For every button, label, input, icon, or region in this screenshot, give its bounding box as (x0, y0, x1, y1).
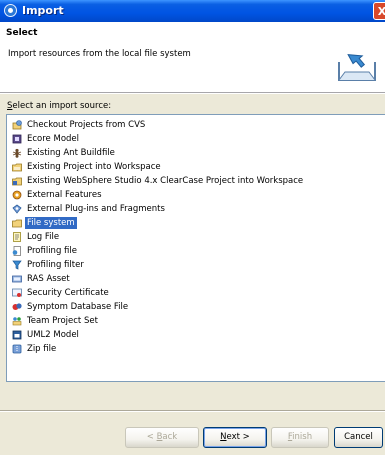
list-item[interactable]: Profiling file (12, 244, 305, 258)
uml-icon (12, 330, 22, 340)
features-icon (12, 190, 22, 200)
profiling-file-icon (12, 246, 22, 256)
window-title: Import (22, 4, 64, 17)
list-item-label: Profiling file (27, 246, 77, 256)
list-item[interactable]: Security Certificate (12, 286, 305, 300)
list-item[interactable]: Ecore Model (12, 132, 305, 146)
list-item-label: RAS Asset (27, 274, 70, 284)
title-bar[interactable]: Import X (0, 0, 385, 22)
list-item[interactable]: RAS Asset (12, 272, 305, 286)
close-button[interactable]: X (373, 2, 385, 20)
next-button[interactable]: Next > (203, 427, 267, 448)
list-item-label: External Features (27, 190, 102, 200)
certificate-icon (12, 288, 22, 298)
wizard-header: Select Import resources from the local f… (0, 22, 385, 93)
ant-icon (12, 148, 22, 158)
header-separator (0, 93, 385, 94)
list-item[interactable]: Existing WebSphere Studio 4.x ClearCase … (12, 174, 305, 188)
import-source-label: Select an import source: (7, 101, 112, 111)
symptom-icon (12, 302, 22, 312)
back-button[interactable]: < Back (125, 427, 199, 448)
list-item[interactable]: External Plug-ins and Fragments (12, 202, 305, 216)
list-item-label: Symptom Database File (27, 302, 129, 312)
plugin-icon (12, 204, 22, 214)
list-item-label: Security Certificate (27, 288, 109, 298)
list-item[interactable]: UML2 Model (12, 328, 305, 342)
list-item[interactable]: Symptom Database File (12, 300, 305, 314)
list-item-label: Zip file (27, 344, 57, 354)
list-item-label: Existing Ant Buildfile (27, 148, 115, 158)
list-item-label: Log File (27, 232, 60, 242)
folder-icon (12, 218, 22, 228)
list-item[interactable]: File system (12, 216, 305, 230)
list-item[interactable]: Checkout Projects from CVS (12, 118, 305, 132)
zip-icon (12, 344, 22, 354)
profiling-filter-icon (12, 260, 22, 270)
list-item[interactable]: Zip file (12, 342, 305, 356)
clearcase-icon (12, 176, 22, 186)
list-item[interactable]: Profiling filter (12, 258, 305, 272)
list-item[interactable]: Existing Ant Buildfile (12, 146, 305, 160)
ecore-icon (12, 134, 22, 144)
list-item[interactable]: Log File (12, 230, 305, 244)
list-item-label: UML2 Model (27, 330, 79, 340)
list-item[interactable]: Existing Project into Workspace (12, 160, 305, 174)
team-icon (12, 316, 22, 326)
page-title: Select (6, 28, 38, 38)
cancel-button[interactable]: Cancel (334, 427, 383, 448)
list-item-label: Profiling filter (27, 260, 84, 270)
list-item-label: Ecore Model (27, 134, 80, 144)
import-wizard-icon (338, 54, 376, 81)
cvs-icon (12, 120, 22, 130)
list-item-label: Team Project Set (27, 316, 98, 326)
import-source-list[interactable]: Checkout Projects from CVS Ecore Model Exi… (6, 114, 385, 382)
list-item[interactable]: Team Project Set (12, 314, 305, 328)
eclipse-icon (4, 4, 17, 17)
list-item[interactable]: External Features (12, 188, 305, 202)
list-item-label: Checkout Projects from CVS (27, 120, 146, 130)
project-icon (12, 162, 22, 172)
list-item-label: Existing WebSphere Studio 4.x ClearCase … (27, 176, 304, 186)
finish-button[interactable]: Finish (271, 427, 329, 448)
list-item-label: Existing Project into Workspace (27, 162, 161, 172)
list-item-label: File system (25, 217, 77, 229)
page-description: Import resources from the local file sys… (8, 49, 191, 59)
list-item-label: External Plug-ins and Fragments (27, 204, 165, 214)
ras-icon (12, 274, 22, 284)
log-icon (12, 232, 22, 242)
